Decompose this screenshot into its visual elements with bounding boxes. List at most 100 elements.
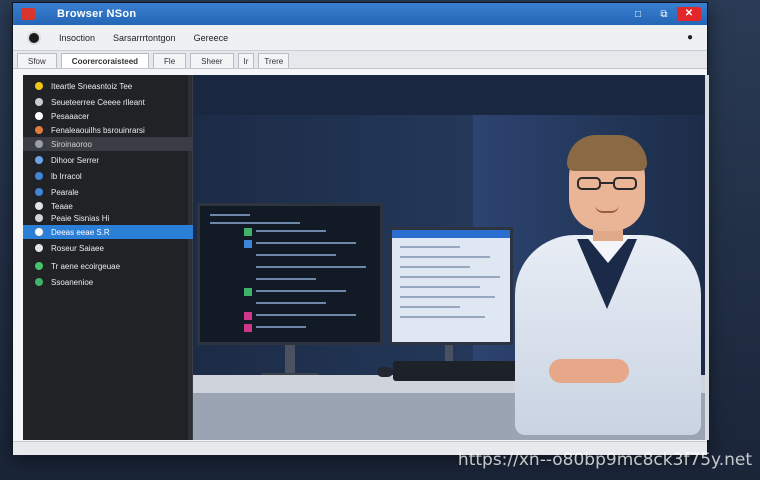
status-icon [244,228,252,236]
status-icon [244,312,252,320]
sidebar-item-icon [35,98,43,106]
code-line [256,326,306,328]
sidebar-item-label: Siroinaoroo [51,139,92,149]
sidebar-item-label: Teaae [51,201,73,211]
app-logo-icon [27,30,41,45]
status-icon [244,288,252,296]
toolbar-item-1[interactable]: Insoction [59,33,95,43]
sidebar-item-10[interactable]: Peaie Sisnias Hi [23,211,193,225]
sidebar-item-icon [35,156,43,164]
sidebar-item-label: Seueteerree Ceeee rlleant [51,97,145,107]
window-title: Browser NSon [57,8,137,20]
sidebar-item-12[interactable]: Roseur Saiaee [23,241,193,255]
sidebar-item-icon [35,214,43,222]
sidebar-item-8[interactable]: Pearale [23,185,193,199]
code-line [210,214,250,216]
text-line [400,246,460,248]
tab-2[interactable]: Coorercoraisteed [60,53,150,68]
sidebar-item-label: Deeas eeae S.R [51,227,110,237]
sidebar-item-icon [35,172,43,180]
code-line [256,314,356,316]
sidebar-item-label: Roseur Saiaee [51,243,104,253]
sidebar-item-icon [35,188,43,196]
code-line [256,302,326,304]
sidebar-item-label: Pesaaacer [51,111,90,121]
sidebar-item-label: Peaie Sisnias Hi [51,213,110,223]
sidebar-item-icon [35,202,43,210]
title-bar: Browser NSon □ ⧉ ✕ [13,3,707,25]
main-scrollbar[interactable] [705,75,709,440]
tab-4[interactable]: Sheer [190,53,234,68]
sidebar-item-icon [35,278,43,286]
text-line [400,256,490,258]
text-line [400,286,480,288]
sidebar-item-icon [35,228,43,236]
sidebar-item-label: Fenaleaouilhs bsrouinrarsi [51,125,145,135]
code-line [256,254,336,256]
text-line [400,276,500,278]
minimize-button[interactable]: □ [625,9,651,20]
sidebar-item-2[interactable]: Seueteerree Ceeee rlleant [23,95,193,109]
tab-5[interactable]: Ir [237,53,255,68]
code-line [256,278,316,280]
toolbar-item-3[interactable]: Gereece [194,33,229,43]
glasses-lens [577,177,601,190]
text-line [400,306,460,308]
right-monitor [389,227,513,345]
sidebar: Iteartle Sneasntoiz Tee Seueteerree Ceeee… [23,75,193,440]
restore-button[interactable]: ⧉ [651,9,677,20]
glasses-icon [577,177,637,191]
illustration-scene [193,75,705,440]
sidebar-item-label: Tr aene ecoirgeuae [51,261,121,271]
sidebar-item-4[interactable]: Fenaleaouilhs bsrouinrarsi [23,123,193,137]
hands [549,359,629,383]
code-line [256,242,356,244]
sidebar-item-11[interactable]: Deeas eeae S.R [23,225,193,239]
sidebar-item-13[interactable]: Tr aene ecoirgeuae [23,259,193,273]
sidebar-item-5[interactable]: Siroinaoroo [23,137,193,151]
sidebar-item-icon [35,126,43,134]
sidebar-item-label: lb Irracol [51,171,82,181]
sidebar-item-icon [35,262,43,270]
text-line [400,296,495,298]
sidebar-item-icon [35,244,43,252]
status-icon [244,324,252,332]
code-line [256,290,346,292]
text-line [400,266,470,268]
sidebar-item-6[interactable]: Dihoor Serrer [23,153,193,167]
sidebar-item-3[interactable]: Pesaaacer [23,109,193,123]
sidebar-item-icon [35,140,43,148]
toolbar: Insoction Sarsarrrtontgon Gereece ● [13,25,707,51]
glasses-lens [613,177,637,190]
close-button[interactable]: ✕ [677,7,701,21]
tab-1[interactable]: Sfow [17,53,57,68]
person-figure [513,135,703,440]
tab-6[interactable]: Trere [258,53,290,68]
code-line [256,266,366,268]
text-line [400,316,485,318]
sidebar-item-label: Iteartle Sneasntoiz Tee [51,81,133,91]
tab-3[interactable]: Fle [153,53,187,68]
code-line [256,230,326,232]
mouse [377,367,393,377]
left-monitor [197,203,383,345]
glasses-bridge [601,182,613,184]
toolbar-item-2[interactable]: Sarsarrrtontgon [113,33,176,43]
sidebar-item-label: Dihoor Serrer [51,155,100,165]
ceiling [193,75,705,115]
sidebar-item-7[interactable]: lb Irracol [23,169,193,183]
menu-dot-icon[interactable]: ● [687,32,693,43]
tab-strip: Sfow Coorercoraisteed Fle Sheer Ir Trere [13,51,707,69]
status-icon [244,240,252,248]
watermark-url: https://xn--o80bp9mc8ck3f75y.net [457,450,752,470]
sidebar-item-icon [35,82,43,90]
hair [567,135,647,171]
sidebar-item-1[interactable]: Iteartle Sneasntoiz Tee [23,79,193,93]
sidebar-item-label: Pearale [51,187,79,197]
sidebar-item-14[interactable]: Ssoanenioe [23,275,193,289]
code-line [210,222,300,224]
app-icon [21,8,35,20]
browser-window: Browser NSon □ ⧉ ✕ Insoction Sarsarrrton… [12,2,709,455]
sidebar-item-label: Ssoanenioe [51,277,94,287]
left-monitor-stand [285,345,295,375]
